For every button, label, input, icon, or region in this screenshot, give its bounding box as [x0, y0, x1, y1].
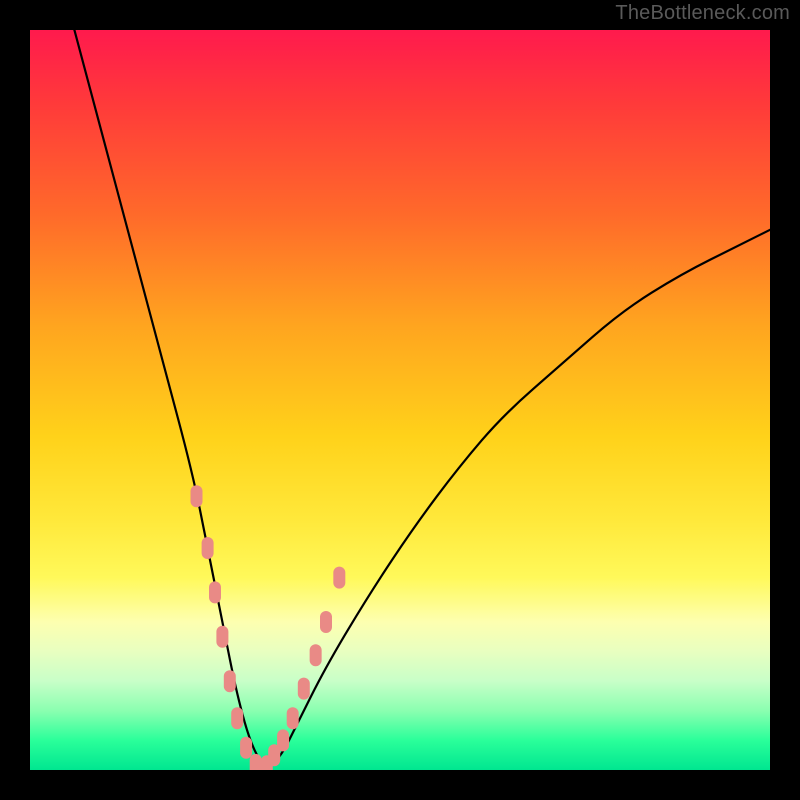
bottleneck-curve — [74, 30, 770, 766]
marker-point — [191, 485, 203, 507]
marker-point — [287, 707, 299, 729]
marker-point — [202, 537, 214, 559]
marker-point — [333, 567, 345, 589]
watermark-text: TheBottleneck.com — [615, 2, 790, 25]
plot-area — [30, 30, 770, 770]
curve-svg — [30, 30, 770, 770]
marker-group — [191, 485, 346, 770]
chart-frame: TheBottleneck.com — [0, 0, 800, 800]
marker-point — [224, 670, 236, 692]
marker-point — [277, 729, 289, 751]
marker-point — [250, 754, 262, 770]
marker-point — [231, 707, 243, 729]
marker-point — [298, 678, 310, 700]
marker-point — [240, 737, 252, 759]
marker-point — [310, 644, 322, 666]
marker-point — [209, 581, 221, 603]
marker-point — [216, 626, 228, 648]
marker-point — [320, 611, 332, 633]
